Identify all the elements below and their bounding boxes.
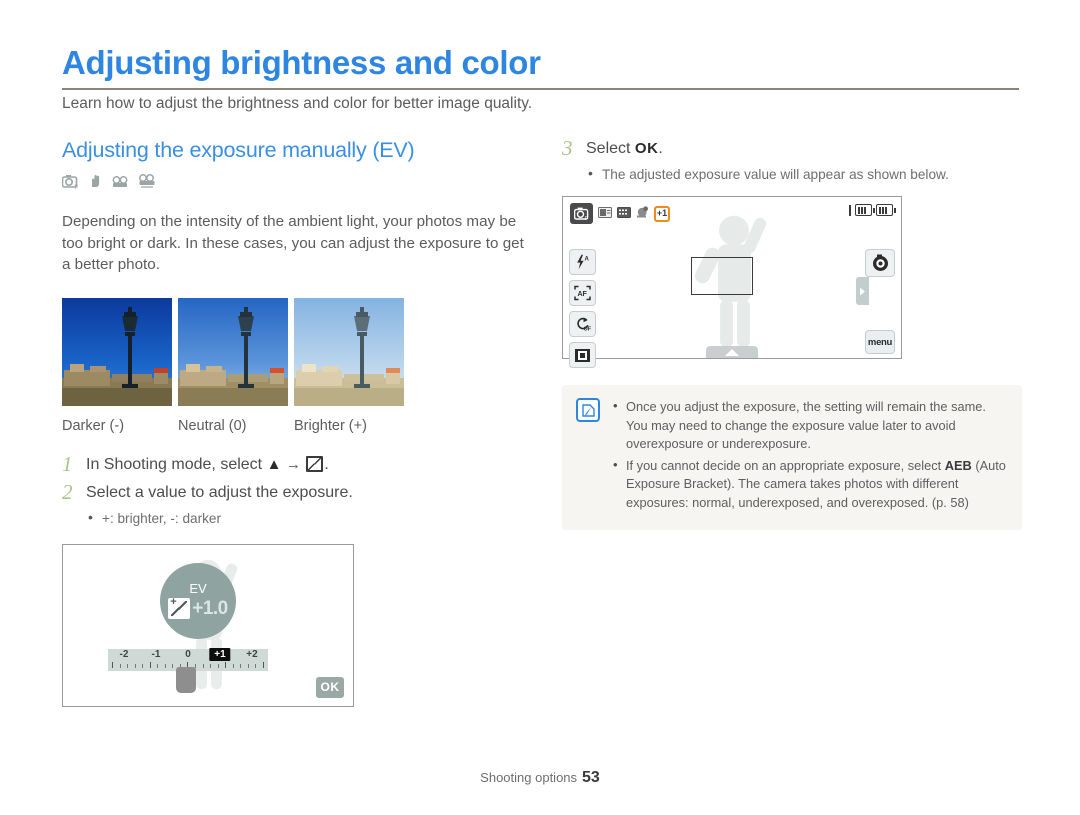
step-text-after: . bbox=[658, 140, 663, 157]
af-frame-icon[interactable]: AF bbox=[569, 280, 596, 306]
status-bar-left: p +1 bbox=[570, 203, 670, 224]
battery-icon bbox=[876, 204, 896, 216]
step-bullets: The adjusted exposure value will appear … bbox=[586, 164, 949, 184]
photo-brighter-image bbox=[294, 297, 404, 406]
footer-page-number: 53 bbox=[582, 769, 600, 786]
ev-status-badge: +1 bbox=[654, 205, 670, 222]
flash-auto-icon[interactable]: A bbox=[569, 249, 596, 275]
sample-photo-darker: Darker (-) bbox=[62, 297, 172, 434]
step-bullets: +: brighter, -: darker bbox=[86, 508, 353, 528]
right-column: 3 Select OK. The adjusted exposure value… bbox=[562, 138, 1022, 530]
sample-caption: Neutral (0) bbox=[178, 417, 247, 434]
face-detect-icon bbox=[636, 205, 649, 223]
step-text-before: Select bbox=[586, 140, 631, 157]
ev-icon bbox=[306, 455, 324, 472]
ground-marker-icon bbox=[706, 346, 758, 358]
ev-tick-label: 0 bbox=[185, 648, 191, 660]
ev-tick-label-selected: +1 bbox=[209, 647, 231, 661]
camera-preview-screenshot: p +1 A AF OF menu bbox=[562, 196, 902, 368]
manual-page: Adjusting brightness and color Learn how… bbox=[0, 0, 1080, 815]
note-item: Once you adjust the exposure, the settin… bbox=[612, 397, 1006, 454]
photo-darker-image bbox=[62, 297, 172, 406]
svg-text:p: p bbox=[585, 215, 588, 220]
step-text: In Shooting mode, select ▲ → . bbox=[86, 454, 329, 476]
bullet-item: +: brighter, -: darker bbox=[86, 508, 353, 528]
step-text-main: Select a value to adjust the exposure. bbox=[86, 483, 353, 501]
footer-section: Shooting options bbox=[480, 770, 578, 785]
menu-button[interactable]: menu bbox=[865, 330, 895, 354]
right-control-column: menu bbox=[865, 249, 895, 354]
ev-label: EV bbox=[189, 580, 207, 596]
ev-tick-label: -1 bbox=[151, 648, 161, 660]
title-divider bbox=[62, 88, 1019, 90]
ev-value-indicator: EV +1.0 bbox=[160, 562, 236, 639]
ev-tick-label: -2 bbox=[119, 648, 129, 660]
sequence-arrow: → bbox=[285, 455, 301, 473]
page-intro: Learn how to adjust the brightness and c… bbox=[62, 95, 533, 112]
sample-photo-neutral: Neutral (0) bbox=[178, 297, 288, 434]
focus-frame bbox=[691, 257, 753, 295]
note-box: Once you adjust the exposure, the settin… bbox=[562, 385, 1022, 530]
note-item-before: If you cannot decide on an appropriate e… bbox=[626, 457, 942, 473]
status-bar-right bbox=[849, 204, 896, 216]
note-list: Once you adjust the exposure, the settin… bbox=[612, 397, 1006, 515]
step-2: 2 Select a value to adjust the exposure.… bbox=[62, 479, 532, 528]
image-quality-icon bbox=[617, 205, 631, 223]
step-text-before: In Shooting mode, select bbox=[86, 455, 263, 473]
camera-program-icon: p bbox=[570, 203, 593, 224]
up-arrow-icon: ▲ bbox=[266, 455, 282, 473]
left-column: Adjusting the exposure manually (EV) p D… bbox=[62, 138, 532, 707]
movie-camera-text-icon bbox=[138, 174, 156, 189]
svg-text:A: A bbox=[585, 257, 590, 263]
hand-shake-icon bbox=[88, 174, 103, 189]
step-1: 1 In Shooting mode, select ▲ → . bbox=[62, 451, 532, 476]
camera-program-icon: p bbox=[62, 174, 79, 189]
ev-slider-handle[interactable] bbox=[176, 666, 196, 693]
display-frame-icon[interactable] bbox=[569, 342, 596, 368]
panel-expand-handle[interactable] bbox=[856, 277, 869, 305]
svg-text:AF: AF bbox=[578, 291, 588, 298]
section-body: Depending on the intensity of the ambien… bbox=[62, 213, 524, 273]
ok-button[interactable]: OK bbox=[316, 676, 344, 698]
page-footer: Shooting options 53 bbox=[0, 769, 1080, 787]
step-number: 2 bbox=[62, 479, 73, 504]
sample-caption: Darker (-) bbox=[62, 417, 125, 434]
step-text: Select OK. The adjusted exposure value w… bbox=[586, 138, 949, 184]
memory-card-icon bbox=[855, 204, 875, 216]
section-subheading: Adjusting the exposure manually (EV) bbox=[62, 138, 415, 162]
chevron-right-icon bbox=[860, 287, 865, 295]
left-control-column: A AF OFF bbox=[569, 249, 596, 368]
supported-modes: p bbox=[62, 169, 532, 189]
step-3: 3 Select OK. The adjusted exposure value… bbox=[562, 138, 1022, 184]
svg-text:p: p bbox=[75, 184, 79, 189]
step-text: Select a value to adjust the exposure. +… bbox=[86, 482, 353, 528]
sample-photo-row: Darker (-) Neutral (0) Brighter (+) bbox=[62, 297, 532, 434]
shutter-mode-icon[interactable] bbox=[865, 249, 895, 277]
sample-photo-brighter: Brighter (+) bbox=[294, 297, 404, 434]
step-text-after: . bbox=[324, 455, 329, 473]
image-size-icon bbox=[598, 205, 612, 223]
movie-camera-icon bbox=[112, 176, 129, 189]
aeb-label: AEB bbox=[944, 457, 972, 473]
ev-tick-label: +2 bbox=[246, 648, 258, 660]
timer-off-icon[interactable]: OFF bbox=[569, 311, 596, 337]
svg-text:OFF: OFF bbox=[583, 327, 591, 333]
step-number: 1 bbox=[62, 451, 73, 476]
sample-caption: Brighter (+) bbox=[294, 417, 367, 434]
ev-value: +1.0 bbox=[192, 597, 228, 619]
note-item: If you cannot decide on an appropriate e… bbox=[612, 456, 1006, 513]
ev-icon bbox=[168, 596, 191, 619]
photo-neutral-image bbox=[178, 297, 288, 406]
bullet-item: The adjusted exposure value will appear … bbox=[586, 164, 949, 184]
page-title: Adjusting brightness and color bbox=[62, 44, 541, 81]
step-number: 3 bbox=[562, 136, 573, 160]
signal-bar-icon bbox=[849, 204, 851, 216]
ok-label: OK bbox=[634, 140, 659, 157]
note-pen-icon bbox=[576, 398, 600, 422]
ev-scale-labels: -2 -1 0 +1 +2 bbox=[108, 647, 268, 662]
ev-adjust-screenshot: EV +1.0 -2 -1 0 +1 +2 bbox=[62, 543, 354, 707]
